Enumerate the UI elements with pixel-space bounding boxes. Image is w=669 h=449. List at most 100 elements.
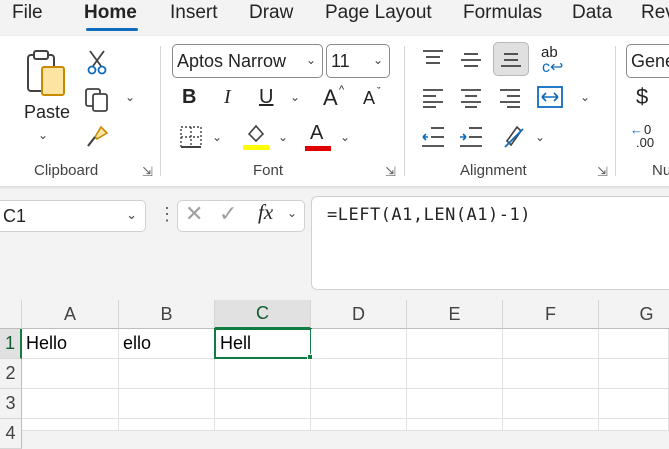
cell-a3[interactable] bbox=[22, 389, 119, 419]
align-right-icon[interactable] bbox=[497, 86, 523, 110]
italic-button[interactable]: I bbox=[224, 86, 231, 109]
cell-c1[interactable]: Hell bbox=[214, 328, 312, 359]
chevron-down-icon: ⌄ bbox=[305, 53, 316, 67]
currency-button[interactable]: $ bbox=[636, 84, 648, 110]
more-options-icon[interactable]: ⋮ bbox=[158, 204, 176, 225]
decrease-indent-icon[interactable] bbox=[420, 124, 446, 150]
alignment-launcher-icon[interactable]: ⇲ bbox=[597, 164, 608, 180]
merge-dropdown-icon[interactable]: ⌄ bbox=[580, 90, 590, 104]
column-header-d[interactable]: D bbox=[311, 300, 407, 329]
underline-dropdown-icon[interactable]: ⌄ bbox=[290, 90, 300, 104]
column-header-e[interactable]: E bbox=[407, 300, 503, 329]
tab-page-layout[interactable]: Page Layout bbox=[325, 2, 432, 24]
cell-d2[interactable] bbox=[311, 359, 407, 389]
cell-c4[interactable] bbox=[215, 419, 311, 431]
cell-e3[interactable] bbox=[407, 389, 503, 419]
column-header-c[interactable]: C bbox=[215, 300, 311, 329]
grow-font-button[interactable]: A bbox=[323, 85, 338, 111]
cell-g4[interactable] bbox=[599, 419, 669, 431]
tab-data[interactable]: Data bbox=[572, 2, 612, 24]
cell-f3[interactable] bbox=[503, 389, 599, 419]
underline-button[interactable]: U bbox=[259, 86, 273, 109]
font-size-combo[interactable]: 11 ⌄ bbox=[326, 44, 390, 78]
number-format-combo[interactable]: Gene bbox=[626, 44, 669, 78]
cell-b4[interactable] bbox=[119, 419, 215, 431]
copy-dropdown-icon[interactable]: ⌄ bbox=[125, 90, 135, 104]
cancel-icon[interactable]: ✕ bbox=[185, 201, 203, 227]
cell-a2[interactable] bbox=[22, 359, 119, 389]
cell-e4[interactable] bbox=[407, 419, 503, 431]
borders-dropdown-icon[interactable]: ⌄ bbox=[212, 130, 222, 144]
font-color-swatch bbox=[305, 146, 331, 151]
paste-icon[interactable] bbox=[22, 48, 70, 98]
cell-f4[interactable] bbox=[503, 419, 599, 431]
row-header-3[interactable]: 3 bbox=[0, 389, 22, 419]
tab-insert[interactable]: Insert bbox=[170, 2, 218, 24]
column-header-a[interactable]: A bbox=[22, 300, 119, 329]
align-left-icon[interactable] bbox=[420, 86, 446, 110]
font-launcher-icon[interactable]: ⇲ bbox=[385, 164, 396, 180]
cell-a4[interactable] bbox=[22, 419, 119, 431]
clipboard-launcher-icon[interactable]: ⇲ bbox=[142, 164, 153, 180]
row-header-1[interactable]: 1 bbox=[0, 329, 22, 359]
number-group-label: Nu bbox=[652, 162, 669, 179]
row-header-2[interactable]: 2 bbox=[0, 359, 22, 389]
format-painter-icon[interactable] bbox=[84, 124, 110, 150]
tab-formulas[interactable]: Formulas bbox=[463, 2, 542, 24]
align-top-icon[interactable] bbox=[420, 46, 446, 70]
font-color-dropdown-icon[interactable]: ⌄ bbox=[340, 130, 350, 144]
copy-icon[interactable] bbox=[82, 86, 112, 114]
column-header-b[interactable]: B bbox=[119, 300, 215, 329]
font-name-combo[interactable]: Aptos Narrow ⌄ bbox=[172, 44, 323, 78]
cell-b2[interactable] bbox=[119, 359, 215, 389]
orientation-dropdown-icon[interactable]: ⌄ bbox=[535, 130, 545, 144]
cell-c3[interactable] bbox=[215, 389, 311, 419]
fill-handle[interactable] bbox=[307, 354, 313, 360]
align-middle-icon[interactable] bbox=[458, 48, 484, 72]
cell-e1[interactable] bbox=[407, 329, 503, 359]
ribbon-tabs: File Home Insert Draw Page Layout Formul… bbox=[0, 0, 669, 34]
borders-icon[interactable] bbox=[178, 124, 204, 150]
cell-e2[interactable] bbox=[407, 359, 503, 389]
cell-g2[interactable] bbox=[599, 359, 669, 389]
align-bottom-icon[interactable] bbox=[493, 42, 529, 76]
grow-arrow-icon: ^ bbox=[339, 84, 345, 96]
cell-g3[interactable] bbox=[599, 389, 669, 419]
font-color-button[interactable]: A bbox=[305, 122, 331, 152]
enter-icon[interactable]: ✓ bbox=[219, 201, 237, 227]
cell-d3[interactable] bbox=[311, 389, 407, 419]
tab-draw[interactable]: Draw bbox=[249, 2, 293, 24]
formula-input[interactable]: =LEFT(A1,LEN(A1)-1) bbox=[311, 196, 669, 290]
row-header-4[interactable]: 4 bbox=[0, 419, 22, 449]
column-header-g[interactable]: G bbox=[599, 300, 669, 329]
paste-label[interactable]: Paste bbox=[24, 102, 70, 123]
cell-g1[interactable] bbox=[599, 329, 669, 359]
tab-review[interactable]: Rev bbox=[641, 2, 669, 24]
wrap-text-button[interactable]: ab c↩ bbox=[540, 44, 566, 76]
name-box[interactable]: C1 ⌄ bbox=[0, 200, 146, 232]
decrease-decimal-button[interactable]: ← 0 .00 bbox=[630, 122, 669, 152]
shrink-font-button[interactable]: A bbox=[363, 88, 375, 109]
tab-file[interactable]: File bbox=[12, 2, 43, 24]
cell-d1[interactable] bbox=[311, 329, 407, 359]
cell-d4[interactable] bbox=[311, 419, 407, 431]
cell-f1[interactable] bbox=[503, 329, 599, 359]
align-center-icon[interactable] bbox=[458, 86, 484, 110]
cell-a1[interactable]: Hello bbox=[22, 329, 119, 359]
increase-indent-icon[interactable] bbox=[458, 124, 484, 150]
fill-color-icon[interactable] bbox=[243, 122, 269, 150]
orientation-icon[interactable] bbox=[500, 122, 528, 150]
paste-dropdown-icon[interactable]: ⌄ bbox=[38, 128, 48, 142]
insert-function-button[interactable]: fx bbox=[258, 200, 273, 225]
column-header-f[interactable]: F bbox=[503, 300, 599, 329]
cell-b3[interactable] bbox=[119, 389, 215, 419]
cut-icon[interactable] bbox=[84, 48, 110, 76]
tab-home[interactable]: Home bbox=[84, 2, 137, 24]
cell-b1[interactable]: ello bbox=[119, 329, 215, 359]
cell-f2[interactable] bbox=[503, 359, 599, 389]
cell-c2[interactable] bbox=[215, 359, 311, 389]
select-all-corner[interactable] bbox=[0, 300, 22, 329]
bold-button[interactable]: B bbox=[182, 86, 196, 109]
fill-color-dropdown-icon[interactable]: ⌄ bbox=[278, 130, 288, 144]
merge-center-icon[interactable] bbox=[536, 84, 564, 110]
